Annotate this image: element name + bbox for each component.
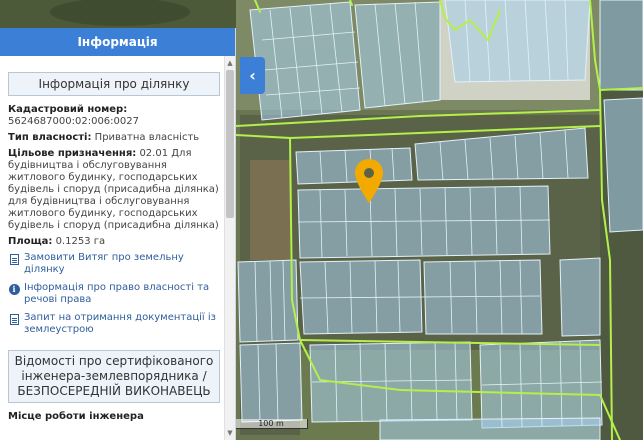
area-value: 0.1253 га [55, 236, 106, 247]
engineer-workplace-label: Місце роботи інженера [8, 411, 144, 422]
request-documentation-label: Запит на отримання документації із земле… [24, 312, 216, 335]
document-icon [8, 313, 20, 325]
scroll-down-icon[interactable]: ▼ [225, 428, 235, 438]
area-row: Площа: 0.1253 га [8, 236, 220, 248]
panel-title: Інформація [77, 35, 158, 49]
scroll-up-icon[interactable]: ▲ [225, 58, 235, 68]
cadastral-row: Кадастровий номер: 5624687000:02:006:002… [8, 104, 220, 128]
area-label: Площа: [8, 236, 53, 247]
ownership-rights-label: Інформація про право власності та речові… [24, 282, 210, 305]
panel-body: Інформація про ділянку Кадастровий номер… [0, 56, 224, 440]
info-circle-icon: i [8, 283, 20, 295]
collapse-panel-button[interactable]: ‹ [240, 57, 265, 94]
scale-label: 100 m [258, 419, 284, 428]
scroll-thumb[interactable] [226, 70, 234, 218]
panel-header: Інформація [0, 28, 235, 56]
order-extract-link[interactable]: Замовити Витяг про земельну ділянку [8, 252, 220, 276]
panel-scrollbar[interactable]: ▲ ▼ [224, 56, 235, 440]
request-documentation-link[interactable]: Запит на отримання документації із земле… [8, 312, 220, 336]
ownership-label: Тип власності: [8, 132, 92, 143]
purpose-row: Цільове призначення: 02.01 Для будівницт… [8, 148, 220, 232]
ownership-row: Тип власності: Приватна власність [8, 132, 220, 144]
section-title: Інформація про ділянку [8, 72, 220, 96]
scale-bar: 100 m [234, 419, 308, 429]
document-icon [8, 253, 20, 265]
purpose-label: Цільове призначення: [8, 148, 137, 159]
engineer-section-title: Відомості про сертифікованого інженера-з… [8, 350, 220, 403]
ownership-value: Приватна власність [94, 132, 200, 143]
parcel-info: Кадастровий номер: 5624687000:02:006:002… [8, 104, 220, 336]
cadastral-value: 5624687000:02:006:0027 [8, 116, 139, 127]
purpose-value: 02.01 Для будівництва і обслуговування ж… [8, 148, 219, 231]
chevron-left-icon: ‹ [249, 66, 256, 85]
order-extract-label: Замовити Витяг про земельну ділянку [24, 252, 184, 275]
info-panel: Інформація Інформація про ділянку Кадаст… [0, 28, 236, 440]
cadastral-label: Кадастровий номер: [8, 104, 128, 115]
ownership-rights-link[interactable]: i Інформація про право власності та речо… [8, 282, 220, 306]
